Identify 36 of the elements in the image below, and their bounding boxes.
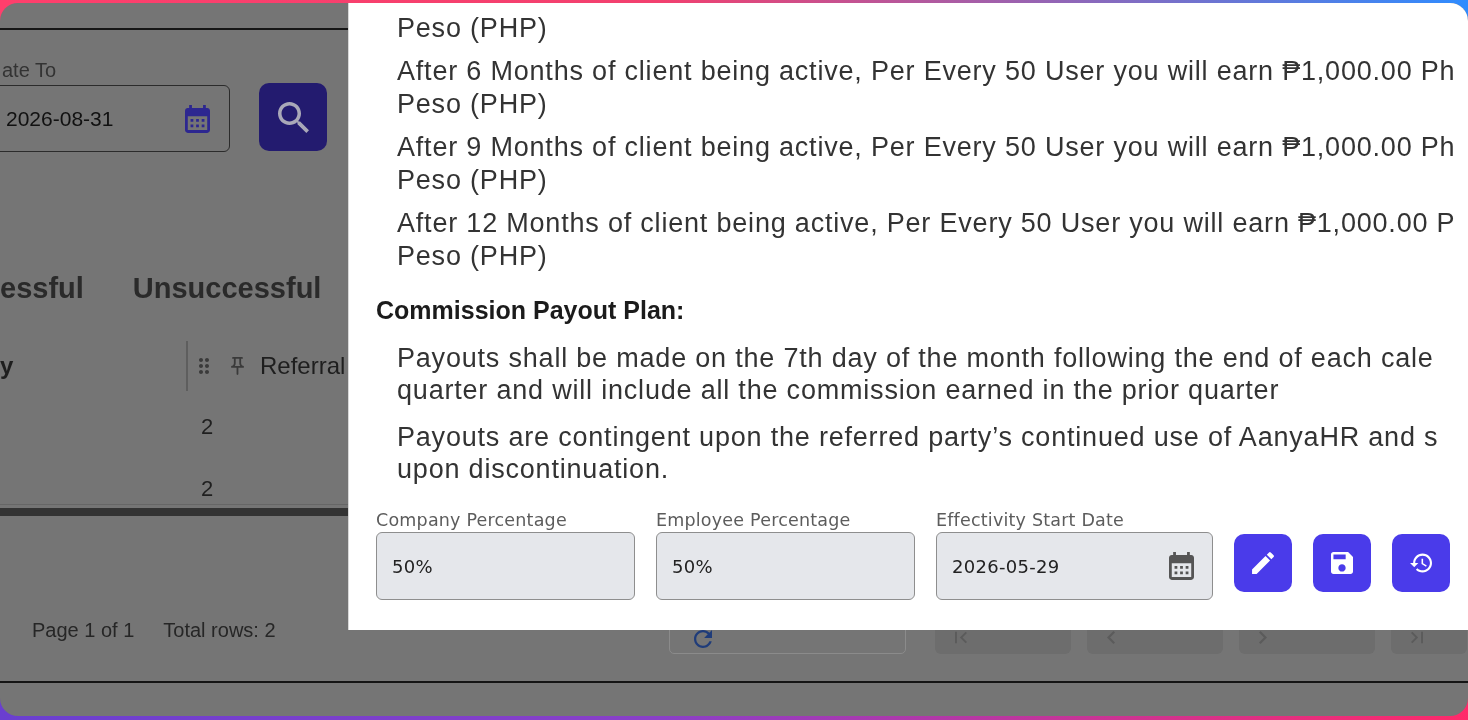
field-label: Employee Percentage [656,509,852,531]
pencil-icon [1252,552,1274,574]
chevron-left-icon [1107,630,1115,644]
field-label: Effectivity Start Date [936,509,1126,531]
column-header[interactable]: y [0,348,186,384]
clock-arrow-icon [1410,552,1432,574]
tab[interactable]: essful [0,270,84,306]
list-item: After 6 Months of client being active, Per Every 50 User you will earn ₱1,000.00 Ph Peso (PHP) [396,55,1457,121]
list-item: After 12 Months of client being active, Per Every 50 User you will earn ₱1,000.00 P Peso (PHP) [396,207,1457,273]
calendar-icon[interactable] [185,104,210,133]
page-info: Page 1 of 1 [32,618,135,643]
date-field[interactable]: 2026-08-31 [0,85,230,152]
last-page-icon [1411,630,1423,644]
chevron-right-icon [1259,630,1267,644]
tab[interactable]: Unsuccessful [132,270,322,306]
list-item: Payouts are contingent upon the referred party’s continued use of AanyaHR and s upon discontinuation. [396,421,1440,485]
history-button[interactable] [1392,534,1450,592]
save-button[interactable] [1313,534,1371,592]
table-cell: 2 [201,476,214,502]
refresh-icon [694,630,712,648]
horizontal-scrollbar[interactable] [0,508,348,516]
table-cell: 2 [201,414,214,440]
column-header[interactable]: Referral [260,348,346,384]
first-page-icon [955,630,967,644]
search-button[interactable] [259,83,327,151]
field-label: Company Percentage [376,509,568,531]
section-heading: Commission Payout Plan: [376,295,686,325]
pin-icon[interactable] [231,356,244,376]
list-item: After 9 Months of client being active, Per Every 50 User you will earn ₱1,000.00 Ph Peso (PHP) [396,131,1457,197]
total-rows: Total rows: 2 [163,615,276,645]
list-item: Payouts shall be made on the 7th day of the month following the end of each cale quarter and will include all the commission earned in the prior quarter [396,342,1435,406]
list-item: Peso (PHP) [396,12,549,45]
search-icon [277,101,309,133]
edit-button[interactable] [1234,534,1292,592]
drag-handle-icon[interactable] [199,358,209,374]
field-label: ate To [1,59,58,82]
